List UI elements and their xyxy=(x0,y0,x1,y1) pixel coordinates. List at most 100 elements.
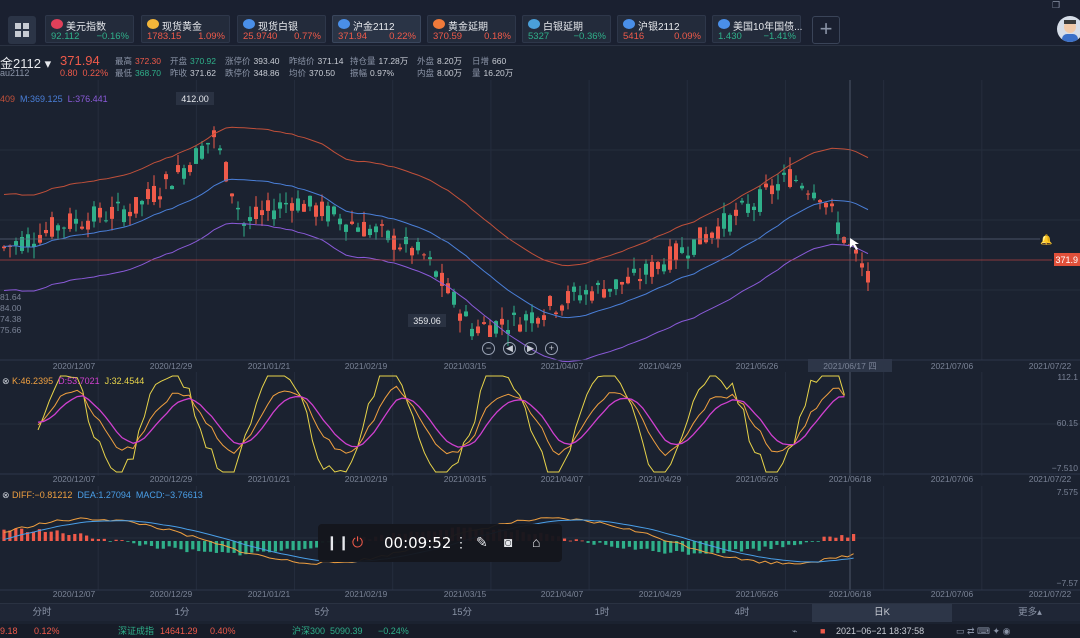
alarm-bell-icon[interactable]: 🔔 xyxy=(1040,234,1052,246)
candle-body xyxy=(578,295,582,301)
contract-code: au2112 xyxy=(0,68,30,78)
candle-body xyxy=(410,247,414,256)
zoom-in-button[interactable]: + xyxy=(545,342,558,355)
candle-body xyxy=(434,271,438,277)
candle-body xyxy=(536,318,540,324)
macd-bar xyxy=(586,541,590,543)
macd-bar xyxy=(562,538,567,541)
candle-body xyxy=(584,290,588,295)
ticker-card[interactable]: 美国10年国债... 1.430 −1.41% xyxy=(712,15,802,43)
candle-body xyxy=(404,236,408,245)
candle-body xyxy=(92,206,96,222)
stop-icon[interactable]: ⏻ xyxy=(352,534,363,551)
quote-stat: 昨收 371.62 xyxy=(170,68,217,78)
kdj-legend: ⊗ K:46.2395 D:53.7021 J:32.4544 xyxy=(2,376,145,386)
signal-icon[interactable]: ⌁ xyxy=(792,624,797,638)
candle-body xyxy=(284,202,288,205)
candle-body xyxy=(134,197,138,214)
macd-bar xyxy=(616,541,620,548)
candlestick-chart[interactable]: 412.00 359.06 371.9🔔 81.6484.0074.3875.66 20… xyxy=(0,80,1080,372)
period-tab[interactable]: 1分 xyxy=(112,604,252,622)
ticker-card[interactable]: 美元指数 92.112 −0.16% xyxy=(45,15,134,43)
ticker-card[interactable]: 现货黄金 1783.15 1.09% xyxy=(141,15,230,43)
macd-bar xyxy=(834,537,838,541)
period-tab[interactable]: 日K xyxy=(812,604,952,622)
macd-bar xyxy=(291,541,295,551)
candle-body xyxy=(776,184,780,191)
date-tick: 2021/04/29 xyxy=(639,361,682,371)
home-icon[interactable]: ⌂ xyxy=(532,534,540,550)
period-tab[interactable]: 分时 xyxy=(0,604,112,622)
macd-bar xyxy=(781,541,785,548)
period-tab[interactable]: 15分 xyxy=(392,604,532,622)
ticker-icon xyxy=(243,19,255,29)
ticker-icon xyxy=(718,19,730,29)
ticker-card[interactable]: 沪金2112 371.94 0.22% xyxy=(332,15,421,43)
ticker-change: 0.18% xyxy=(484,31,511,42)
date-tick: 2021/02/19 xyxy=(345,474,388,484)
candle-body xyxy=(332,206,336,215)
macd-bar xyxy=(309,541,313,549)
boll-legend: 409 M:369.125 L:376.441 xyxy=(0,94,108,104)
hs300-name[interactable]: 沪深300 xyxy=(292,624,325,638)
ticker-icon xyxy=(623,19,635,29)
candle-body xyxy=(368,228,372,236)
candle-body xyxy=(842,237,846,243)
macd-bar xyxy=(621,541,626,549)
candle-body xyxy=(122,209,126,223)
macd-bar xyxy=(138,541,142,546)
flag-icon: ■ xyxy=(820,626,826,636)
date-tick: 2021/04/29 xyxy=(639,589,682,599)
candle-body xyxy=(188,165,192,173)
axis-tick: −7.57 xyxy=(1056,578,1078,588)
ticker-card[interactable]: 沪银2112 5416 0.09% xyxy=(617,15,706,43)
step-back-button[interactable]: ◀ xyxy=(503,342,516,355)
period-tab[interactable]: 4时 xyxy=(672,604,812,622)
camera-icon[interactable]: ◙ xyxy=(504,534,512,550)
ticker-card[interactable]: 黄金延期 370.59 0.18% xyxy=(427,15,516,43)
low-label: 359.06 xyxy=(413,316,441,326)
macd-bar xyxy=(232,541,236,553)
macd-bar xyxy=(633,541,637,550)
zoom-out-button[interactable]: − xyxy=(482,342,495,355)
candle-body xyxy=(626,276,630,284)
add-ticker-button[interactable]: + xyxy=(812,16,840,44)
period-tab[interactable]: 5分 xyxy=(252,604,392,622)
candle-body xyxy=(572,286,576,292)
avatar[interactable] xyxy=(1057,16,1080,42)
macd-bar xyxy=(793,541,797,546)
candle-body xyxy=(716,226,720,240)
step-forward-button[interactable]: ▶ xyxy=(524,342,537,355)
ticker-price: 1783.15 xyxy=(147,31,182,42)
candle-body xyxy=(362,221,366,237)
macd-bar xyxy=(114,539,118,541)
ticker-card[interactable]: 现货白银 25.9740 0.77% xyxy=(237,15,326,43)
macd-bar xyxy=(220,541,224,553)
date-tick: 2020/12/29 xyxy=(150,474,193,484)
toolbar-icons[interactable]: ▭ ⇄ ⌨ ✦ ◉ xyxy=(956,624,1010,638)
last-price: 371.94 xyxy=(60,53,100,68)
candle-body xyxy=(248,217,252,222)
period-tab[interactable]: 更多▴ xyxy=(1000,604,1060,622)
ticker-icon xyxy=(338,19,350,29)
macd-bar xyxy=(751,541,755,549)
index-value: 9.18 xyxy=(0,626,18,636)
restore-window-icon[interactable]: ❐ xyxy=(1052,0,1060,11)
kdj-chart[interactable]: 112.1 60.15 −7.510 2020/12/07 2020/12/29 2021… xyxy=(0,372,1080,486)
pause-icon[interactable]: ❙❙ xyxy=(326,534,349,551)
ticker-change: 1.09% xyxy=(198,31,225,42)
candle-body xyxy=(596,282,600,285)
ticker-price: 92.112 xyxy=(51,31,80,42)
macd-bar xyxy=(126,541,130,542)
macd-bar xyxy=(197,541,201,552)
pen-icon[interactable]: ✎ xyxy=(476,534,488,551)
period-tab[interactable]: 1时 xyxy=(532,604,672,622)
macd-legend: ⊗ DIFF:−0.81212 DEA:1.27094 MACD:−3.7661… xyxy=(2,490,203,500)
ticker-price: 5327 xyxy=(528,31,550,42)
sz-index-name[interactable]: 深证成指 xyxy=(118,624,154,638)
hs300-value: 5090.39 xyxy=(330,626,363,636)
ticker-card[interactable]: 白银延期 5327 −0.36% xyxy=(522,15,611,43)
macd-bar xyxy=(604,541,608,545)
grid-menu-button[interactable] xyxy=(8,16,36,44)
candle-body xyxy=(704,234,708,243)
